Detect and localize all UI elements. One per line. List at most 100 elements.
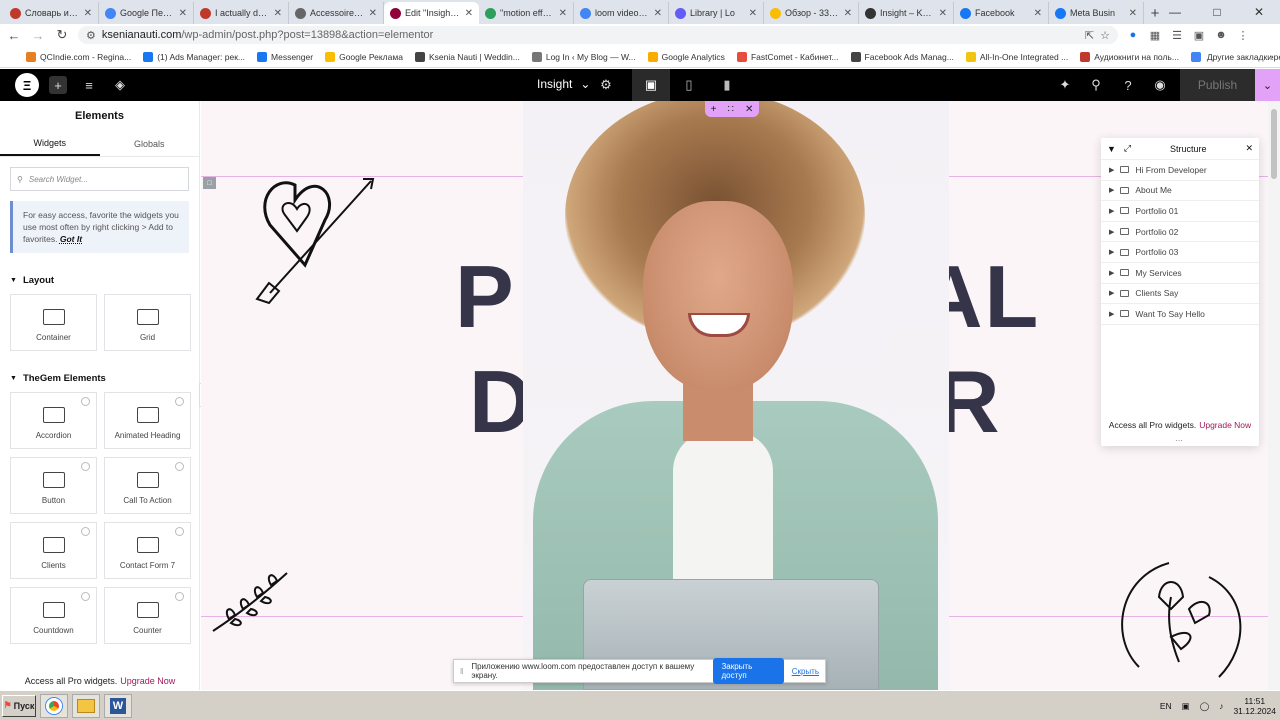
structure-item[interactable]: ▶ About Me: [1101, 181, 1259, 202]
close-tab-icon[interactable]: ✕: [559, 8, 567, 19]
bookmark-item[interactable]: (1) Ads Manager: рек...: [143, 51, 245, 62]
start-button[interactable]: ⚑ Пуск: [2, 694, 36, 717]
upgrade-now-link[interactable]: Upgrade Now: [120, 676, 175, 686]
browser-tab[interactable]: Словарь и онла✕: [4, 2, 99, 24]
widget-card[interactable]: Button: [10, 457, 97, 514]
clock[interactable]: 11:51 31.12.2024: [1233, 696, 1276, 716]
extensions-puzzle-icon[interactable]: ▦: [1148, 29, 1162, 42]
bookmark-item[interactable]: Google Реклама: [325, 51, 403, 62]
page-settings-gear-icon[interactable]: ⚙: [597, 76, 615, 94]
browser-tab[interactable]: "motion effects ✕: [479, 2, 574, 24]
minimize-icon[interactable]: —: [1154, 0, 1196, 24]
widget-card[interactable]: Accordion: [10, 392, 97, 449]
close-tab-icon[interactable]: ✕: [465, 8, 473, 19]
share-icon[interactable]: ⇱: [1085, 29, 1094, 42]
bookmark-item[interactable]: QCIndie.com - Regina...: [26, 51, 131, 62]
caret-right-icon[interactable]: ▶: [1109, 166, 1114, 174]
browser-tab[interactable]: Library | Lo ✕: [669, 2, 764, 24]
widget-card[interactable]: Clients: [10, 522, 97, 579]
browser-tab[interactable]: Meta Busin ✕: [1049, 2, 1144, 24]
elementor-logo-icon[interactable]: Ξ: [15, 73, 39, 97]
caret-right-icon[interactable]: ▶: [1109, 269, 1114, 277]
help-icon[interactable]: ?: [1119, 76, 1137, 94]
profile-avatar-icon[interactable]: ☻: [1214, 29, 1228, 41]
collapse-all-icon[interactable]: ▼: [1107, 144, 1116, 154]
drag-section-icon[interactable]: ∷: [728, 104, 734, 115]
category-layout[interactable]: ▼ Layout: [10, 275, 189, 286]
hero-portrait-image[interactable]: [523, 101, 949, 690]
desktop-icon[interactable]: ▣: [632, 69, 670, 101]
bookmark-item[interactable]: Messenger: [257, 51, 313, 62]
reading-list-icon[interactable]: ☰: [1170, 29, 1184, 42]
close-icon[interactable]: ✕: [1245, 143, 1253, 154]
close-tab-icon[interactable]: ✕: [654, 8, 662, 19]
menu-dots-icon[interactable]: ⋮: [1236, 29, 1250, 42]
delete-section-icon[interactable]: ✕: [745, 104, 753, 115]
widget-card[interactable]: Animated Heading: [104, 392, 191, 449]
site-info-icon[interactable]: ⚙: [86, 29, 96, 42]
close-tab-icon[interactable]: ✕: [369, 8, 377, 19]
caret-right-icon[interactable]: ▶: [1109, 289, 1114, 297]
publish-options-chevron-icon[interactable]: ⌄: [1255, 69, 1280, 101]
drag-grip-icon[interactable]: ‖: [460, 667, 463, 676]
reload-icon[interactable]: ↻: [54, 27, 70, 43]
caret-right-icon[interactable]: ▶: [1109, 228, 1114, 236]
tablet-icon[interactable]: ▯: [670, 69, 708, 101]
close-tab-icon[interactable]: ✕: [274, 8, 282, 19]
browser-tab[interactable]: Accessoires et c✕: [289, 2, 384, 24]
bookmark-item[interactable]: Ksenia Nauti | Weddin...: [414, 51, 520, 62]
publish-button[interactable]: Publish: [1180, 69, 1255, 101]
close-tab-icon[interactable]: ✕: [939, 8, 947, 19]
notifications-rocket-icon[interactable]: ✦: [1056, 76, 1074, 94]
browser-tab[interactable]: Edit "Insight" w ✕: [384, 2, 479, 24]
structure-item[interactable]: ▶ Portfolio 03: [1101, 242, 1259, 263]
bookmark-item[interactable]: All-In-One Integrated ...: [965, 51, 1068, 62]
bookmark-star-icon[interactable]: ☆: [1100, 29, 1110, 42]
structure-item[interactable]: ▶ Hi From Developer: [1101, 160, 1259, 181]
finder-search-icon[interactable]: ⚲: [1087, 76, 1105, 94]
tab-widgets[interactable]: Widgets: [0, 131, 100, 156]
structure-item[interactable]: ▶ My Services: [1101, 263, 1259, 284]
section-handle[interactable]: + ∷ ✕: [705, 101, 759, 117]
widget-card[interactable]: Countdown: [10, 587, 97, 644]
structure-item[interactable]: ▶ Clients Say: [1101, 284, 1259, 305]
browser-tab[interactable]: Facebook ✕: [954, 2, 1049, 24]
close-tab-icon[interactable]: ✕: [1034, 8, 1042, 19]
bookmark-item[interactable]: FastComet - Кабинет...: [736, 51, 839, 62]
browser-tab[interactable]: Обзор - 339-14✕: [764, 2, 859, 24]
widget-card[interactable]: Contact Form 7: [104, 522, 191, 579]
structure-navigator[interactable]: ▼ ⤢ Structure ✕ ▶ Hi From Developer ▶ About…: [1101, 138, 1259, 446]
chrome-taskbar-icon[interactable]: [40, 693, 68, 718]
bookmark-item[interactable]: Log In ‹ My Blog — W...: [531, 51, 636, 62]
browser-tab[interactable]: Google Переводч✕: [99, 2, 194, 24]
close-window-icon[interactable]: ✕: [1238, 0, 1280, 24]
category-thegem[interactable]: ▼ TheGem Elements: [10, 373, 189, 384]
bookmark-item[interactable]: Google Analytics: [647, 51, 725, 62]
structure-layers-icon[interactable]: ◈: [111, 76, 129, 94]
add-element-icon[interactable]: +: [49, 76, 67, 94]
document-name-dropdown[interactable]: Insight ⌄: [537, 77, 590, 91]
widget-card[interactable]: Container: [10, 294, 97, 351]
canvas-scrollbar[interactable]: [1268, 101, 1280, 690]
structure-item[interactable]: ▶ Want To Say Hello: [1101, 304, 1259, 325]
network-icon[interactable]: ▣: [1182, 701, 1190, 712]
tab-globals[interactable]: Globals: [100, 131, 200, 156]
stop-sharing-button[interactable]: Закрыть доступ: [713, 658, 784, 684]
caret-right-icon[interactable]: ▶: [1109, 207, 1114, 215]
close-tab-icon[interactable]: ✕: [1129, 8, 1137, 19]
extension-icon[interactable]: ●: [1126, 29, 1140, 41]
close-tab-icon[interactable]: ✕: [844, 8, 852, 19]
close-tab-icon[interactable]: ✕: [749, 8, 757, 19]
widget-card[interactable]: Grid: [104, 294, 191, 351]
caret-right-icon[interactable]: ▶: [1109, 248, 1114, 256]
forward-icon[interactable]: →: [30, 28, 46, 43]
back-icon[interactable]: ←: [6, 28, 22, 43]
scrollbar-thumb[interactable]: [1271, 109, 1277, 179]
structure-item[interactable]: ▶ Portfolio 02: [1101, 222, 1259, 243]
close-tab-icon[interactable]: ✕: [84, 8, 92, 19]
caret-right-icon[interactable]: ▶: [1109, 310, 1114, 318]
hide-link[interactable]: Скрыть: [792, 667, 819, 676]
site-settings-icon[interactable]: ≡: [80, 76, 98, 94]
other-bookmarks[interactable]: Другие закладки: [1202, 51, 1272, 62]
close-tab-icon[interactable]: ✕: [179, 8, 187, 19]
